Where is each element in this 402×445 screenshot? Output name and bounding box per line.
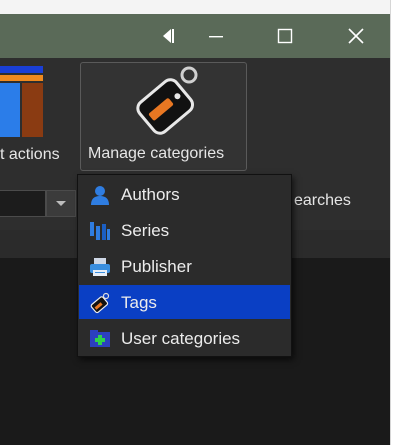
menu-item-label: User categories: [121, 329, 241, 348]
menu-item-series[interactable]: Series: [79, 213, 290, 247]
maximize-button[interactable]: [263, 14, 307, 58]
search-combo-field[interactable]: [0, 190, 46, 217]
menu-item-publisher[interactable]: Publisher: [79, 249, 290, 283]
menu-item-label: Series: [121, 221, 170, 240]
combo-dropdown-arrow[interactable]: [46, 190, 76, 217]
layout-actions-button[interactable]: t actions: [0, 66, 66, 176]
main-toolbar: t actions Manage categories: [0, 58, 390, 186]
user-category-icon: [89, 328, 111, 350]
minimize-button[interactable]: [194, 14, 238, 58]
series-bars-icon: [89, 220, 111, 242]
menu-item-label: Authors: [121, 185, 180, 204]
printer-icon: [89, 256, 111, 278]
menu-item-authors[interactable]: Authors: [79, 177, 290, 211]
menu-item-user-categories[interactable]: User categories: [79, 321, 290, 355]
title-bar: [0, 14, 390, 58]
manage-categories-label: Manage categories: [88, 145, 225, 162]
close-button[interactable]: [334, 14, 378, 58]
menu-item-label: Publisher: [121, 257, 192, 276]
background-window-edge: [390, 0, 402, 445]
back-button[interactable]: [146, 14, 190, 58]
manage-categories-menu: Authors Series Publisher Tags User categ…: [77, 174, 292, 357]
manage-categories-button[interactable]: Manage categories: [80, 62, 247, 171]
person-icon: [89, 184, 111, 206]
layout-actions-label: t actions: [0, 146, 60, 163]
menu-item-label: Tags: [121, 293, 157, 312]
menu-item-tags[interactable]: Tags: [79, 285, 290, 319]
tag-icon: [89, 292, 111, 314]
saved-searches-label[interactable]: earches: [294, 192, 351, 210]
